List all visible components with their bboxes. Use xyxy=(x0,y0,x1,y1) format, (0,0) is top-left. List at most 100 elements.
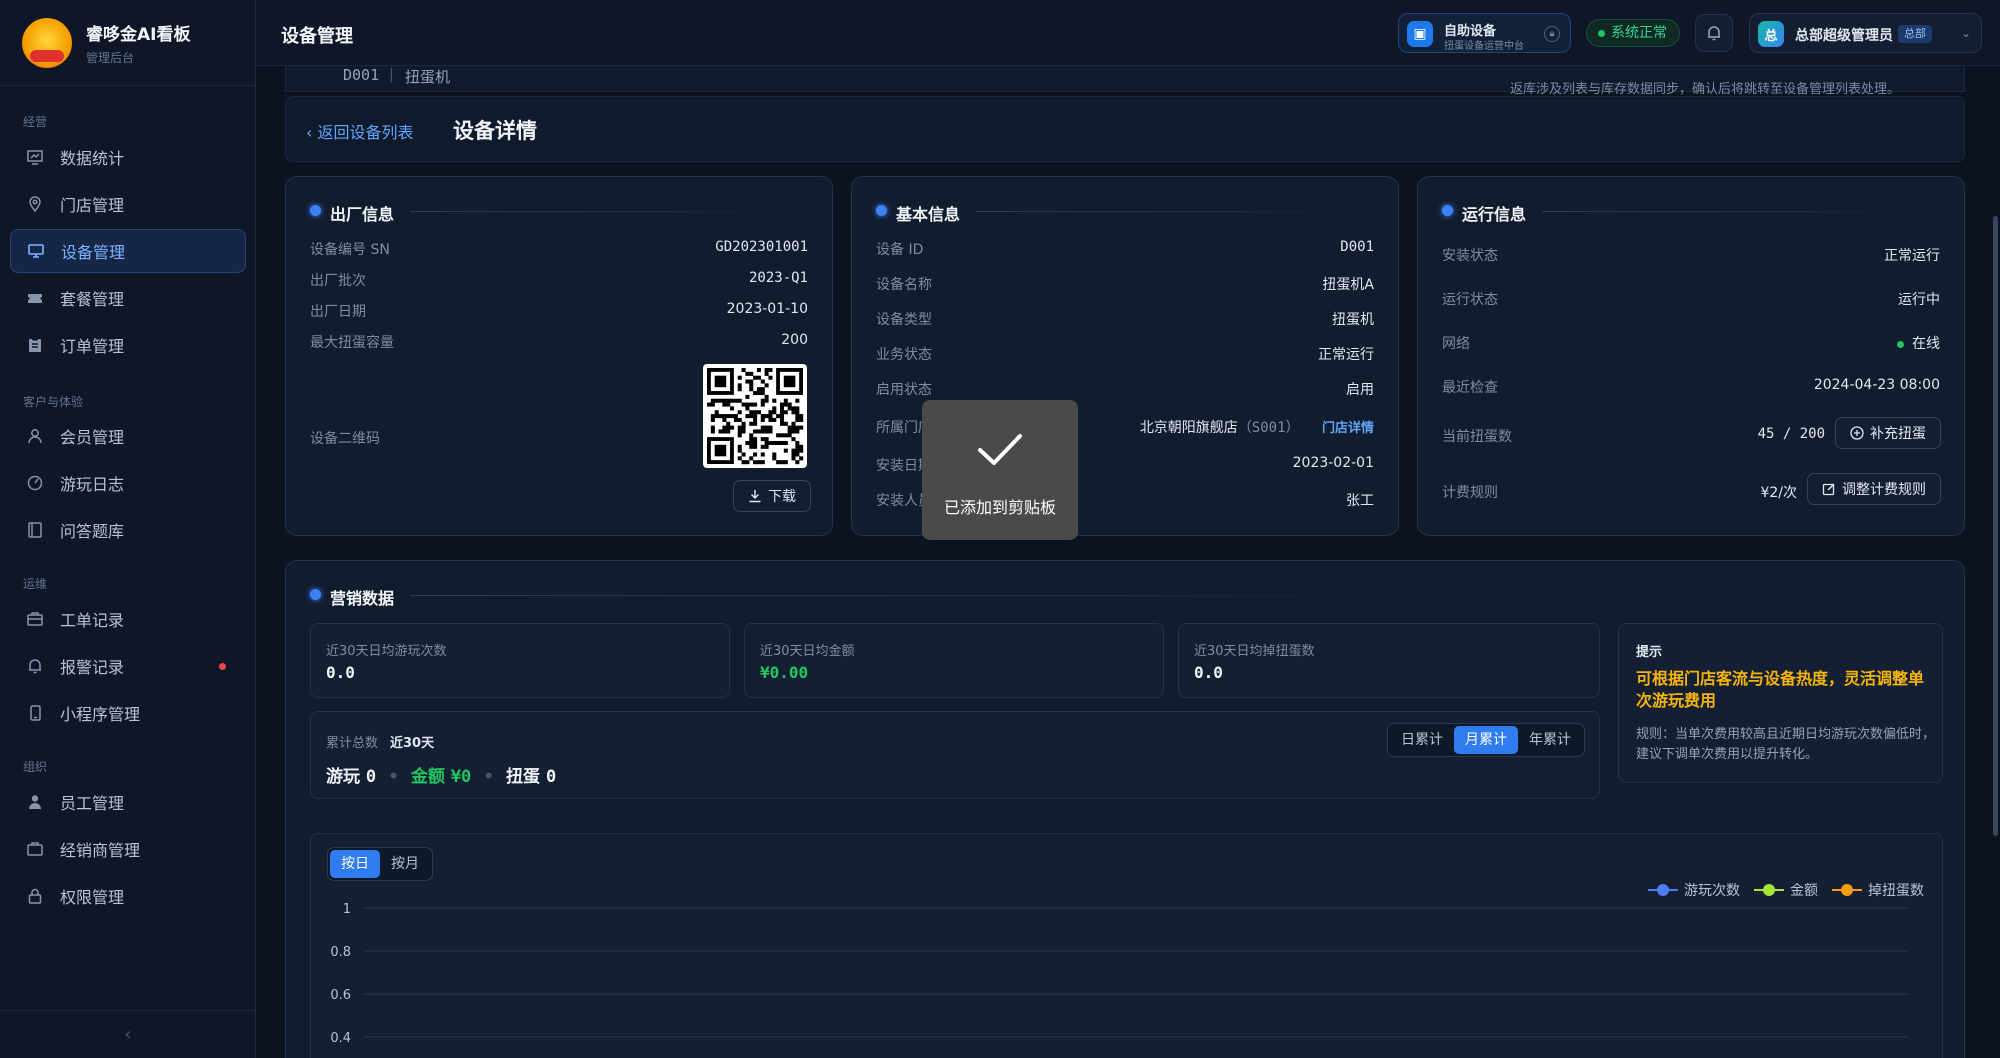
sidebar-item-devices[interactable]: 设备管理 xyxy=(10,229,246,273)
qr-module xyxy=(779,410,784,415)
qr-module xyxy=(791,448,796,453)
qr-module xyxy=(783,433,788,438)
qr-module xyxy=(799,444,804,449)
qr-module xyxy=(726,425,731,430)
sidebar-item-statistics[interactable]: 数据统计 xyxy=(10,135,246,179)
cumulative-label: 累计总数 xyxy=(326,736,379,751)
qr-module xyxy=(799,448,804,453)
nav-group-business: 经营 xyxy=(23,115,48,129)
sidebar-item-orders[interactable]: 订单管理 xyxy=(10,323,246,367)
sidebar-item-dealers[interactable]: 经销商管理 xyxy=(10,827,246,871)
field-value: 200 xyxy=(781,332,808,348)
card-divider xyxy=(410,211,810,212)
qr-module xyxy=(787,433,792,438)
sidebar-item-stores[interactable]: 门店管理 xyxy=(10,182,246,226)
sidebar-item-work-orders[interactable]: 工单记录 xyxy=(10,597,246,641)
sidebar-collapse-button[interactable]: ‹ xyxy=(0,1010,256,1058)
sidebar-item-alarms[interactable]: 报警记录 xyxy=(10,644,246,688)
segment-monthly[interactable]: 月累计 xyxy=(1454,726,1518,754)
toggle-by-month[interactable]: 按月 xyxy=(380,850,430,878)
qr-module xyxy=(764,371,769,376)
bell-icon xyxy=(1708,26,1720,41)
qr-module xyxy=(768,440,773,445)
qr-module xyxy=(787,425,792,430)
field-label: 设备 ID xyxy=(876,242,924,258)
qr-module xyxy=(799,414,804,419)
sidebar-item-staff[interactable]: 员工管理 xyxy=(10,780,246,824)
qr-module xyxy=(737,410,742,415)
qr-module xyxy=(756,368,761,373)
qr-module xyxy=(737,456,742,461)
page-titlebar: ‹ 返回设备列表 设备详情 xyxy=(285,96,1965,162)
tip-headline: 可根据门店客流与设备热度，灵活调整单次游玩费用 xyxy=(1636,669,1925,710)
qr-module xyxy=(741,368,746,373)
download-qr-button[interactable]: 下载 xyxy=(733,480,811,512)
ticket-icon xyxy=(24,287,46,309)
notification-button[interactable] xyxy=(1695,14,1733,52)
toggle-by-day[interactable]: 按日 xyxy=(330,850,380,878)
y-tick-label: 0.8 xyxy=(330,945,351,960)
qr-module xyxy=(764,425,769,430)
toast-message: 已添加到剪贴板 xyxy=(943,498,1056,517)
brand: 睿哆金AI看板 管理后台 xyxy=(0,0,255,86)
qr-module xyxy=(795,406,800,411)
field-value: 45 / 200 xyxy=(1757,426,1825,442)
qr-module xyxy=(760,417,765,422)
adjust-pricing-button[interactable]: 调整计费规则 xyxy=(1807,473,1941,505)
segment-yearly[interactable]: 年累计 xyxy=(1518,726,1582,754)
device-qr-code[interactable] xyxy=(703,364,807,468)
qr-finder xyxy=(714,375,727,388)
qr-module xyxy=(710,414,715,419)
sidebar-item-qa-bank[interactable]: 问答题库 xyxy=(10,508,246,552)
card-title: 营销数据 xyxy=(310,585,394,609)
qr-module xyxy=(760,402,765,407)
user-menu[interactable]: 总 总部超级管理员 总部 ⌄ xyxy=(1749,13,1982,53)
refill-capsules-button[interactable]: 补充扭蛋 xyxy=(1835,417,1941,449)
qr-module xyxy=(768,417,773,422)
qr-module xyxy=(745,406,750,411)
qr-module xyxy=(760,460,765,465)
bell-icon xyxy=(24,655,46,677)
back-label: 返回设备列表 xyxy=(317,123,414,142)
checkmark-icon xyxy=(978,434,1022,465)
store-detail-link[interactable]: 门店详情 xyxy=(1322,421,1374,436)
stat-avg-drops: 近30天日均掉扭蛋数 0.0 xyxy=(1178,623,1600,698)
app-root: 睿哆金AI看板 管理后台 经营 数据统计 门店管理 设备管理 套餐管理 订单管理… xyxy=(0,0,2000,1058)
sidebar-item-label: 工单记录 xyxy=(60,611,125,630)
main-scrollbar[interactable] xyxy=(1993,216,1998,836)
qr-module xyxy=(710,429,715,434)
main-content: D001 | 扭蛋机 返库涉及列表与库存数据同步，确认后将跳转至设备管理列表处理… xyxy=(257,66,2000,1058)
stat-value: ¥0.00 xyxy=(760,663,809,682)
qr-module xyxy=(741,425,746,430)
field-value: ¥2/次 xyxy=(1760,485,1797,501)
separator-dot: • xyxy=(388,767,399,787)
field-value: 扭蛋机 xyxy=(1332,312,1374,328)
stat-avg-amount: 近30天日均金额 ¥0.00 xyxy=(744,623,1164,698)
device-platform-chip[interactable]: ▣ 自助设备 扭蛋设备运营中台 🔒︎ xyxy=(1398,13,1571,53)
sidebar-item-permissions[interactable]: 权限管理 xyxy=(10,874,246,918)
qr-module xyxy=(726,421,731,426)
qr-module xyxy=(749,421,754,426)
qr-module xyxy=(795,414,800,419)
sidebar-item-miniprogram[interactable]: 小程序管理 xyxy=(10,691,246,735)
sidebar-item-packages[interactable]: 套餐管理 xyxy=(10,276,246,320)
qr-module xyxy=(753,444,758,449)
back-to-list-link[interactable]: ‹ 返回设备列表 xyxy=(306,119,414,143)
qr-module xyxy=(760,379,765,384)
card-title: 出厂信息 xyxy=(310,201,394,225)
field-label: 启用状态 xyxy=(876,382,932,398)
online-dot xyxy=(1897,340,1904,348)
segment-daily[interactable]: 日累计 xyxy=(1390,726,1454,754)
sidebar-item-play-logs[interactable]: 游玩日志 xyxy=(10,461,246,505)
qr-module xyxy=(737,433,742,438)
y-tick-label: 1 xyxy=(343,902,351,917)
qr-module xyxy=(764,414,769,419)
header-title: 设备管理 xyxy=(281,26,353,47)
qr-module xyxy=(745,460,750,465)
store-field-value: 北京朝阳旗舰店（S001） 门店详情 xyxy=(1140,417,1374,437)
card-divider xyxy=(1542,211,1942,212)
briefcase-icon xyxy=(24,608,46,630)
sidebar-item-label: 游玩日志 xyxy=(60,475,125,494)
sidebar-item-members[interactable]: 会员管理 xyxy=(10,414,246,458)
field-value: 张工 xyxy=(1346,493,1374,509)
